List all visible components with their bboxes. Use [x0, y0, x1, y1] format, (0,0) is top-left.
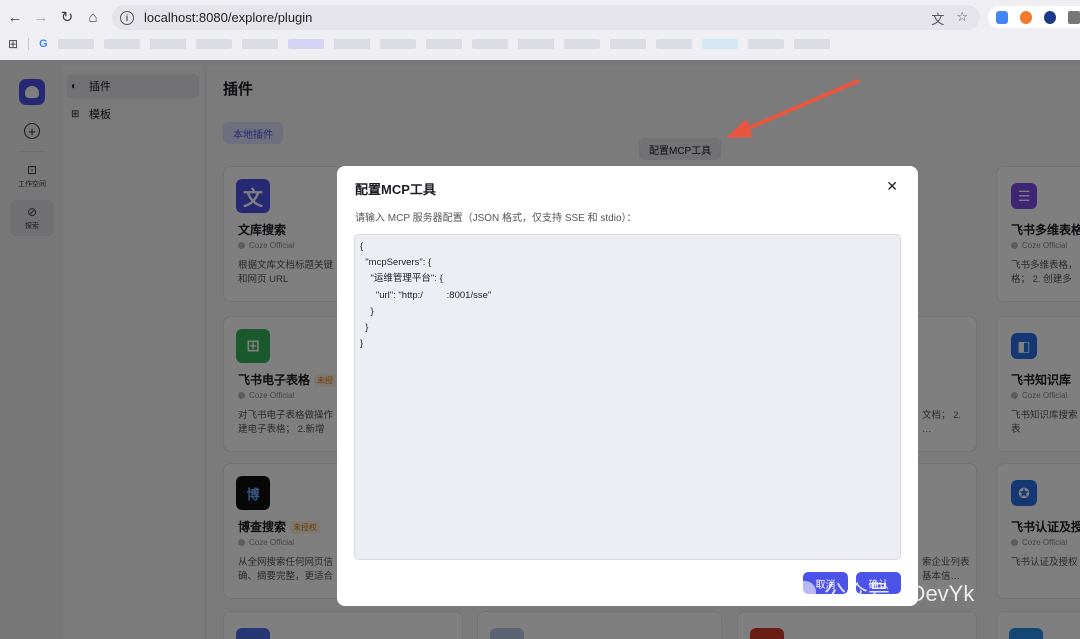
close-icon[interactable]: ✕: [886, 178, 898, 195]
bookmark-blurred[interactable]: [287, 39, 324, 49]
bookmark-blurred[interactable]: [379, 39, 416, 49]
mcp-config-dialog: 配置MCP工具 ✕ 请输入 MCP 服务器配置（JSON 格式，仅支持 SSE …: [337, 166, 918, 606]
bookmark-blurred[interactable]: [149, 39, 186, 49]
bookmark-blurred[interactable]: [793, 39, 830, 49]
address-bar[interactable]: i localhost:8080/explore/plugin 文 ☆: [112, 5, 980, 30]
mcp-config-textarea[interactable]: { "mcpServers": { "运维管理平台": { "url": "ht…: [354, 234, 901, 560]
watermark: 公众号 · DevYk: [786, 576, 974, 608]
extension-orange-icon[interactable]: [1020, 10, 1032, 24]
bookmark-blurred[interactable]: [103, 39, 140, 49]
bookmark-blurred[interactable]: [517, 39, 554, 49]
bookmark-blurred[interactable]: [747, 39, 784, 49]
bookmarks-bar: ⊞ G: [0, 34, 1080, 54]
bookmark-blurred[interactable]: [609, 39, 646, 49]
bookmarks-divider: [28, 38, 30, 50]
watermark-text: 公众号 · DevYk: [824, 581, 975, 606]
wechat-logo-icon: [786, 581, 816, 603]
extension-translate-icon[interactable]: [996, 10, 1008, 24]
dialog-title: 配置MCP工具: [355, 182, 436, 197]
bookmark-blurred[interactable]: [563, 39, 600, 49]
bookmark-blurred[interactable]: [195, 39, 232, 49]
apps-grid-icon[interactable]: ⊞: [8, 37, 18, 51]
browser-chrome: ← → ↻ ⌂ i localhost:8080/explore/plugin …: [0, 0, 1080, 60]
google-icon[interactable]: G: [39, 38, 48, 50]
translate-icon[interactable]: 文: [931, 9, 944, 28]
site-info-icon[interactable]: i: [120, 10, 134, 25]
bookmark-blurred[interactable]: [425, 39, 462, 49]
extension-check-icon[interactable]: [1044, 10, 1056, 24]
bookmark-star-icon[interactable]: ☆: [956, 9, 968, 28]
home-icon[interactable]: ⌂: [80, 4, 106, 30]
extension-puzzle-icon[interactable]: [1068, 10, 1080, 24]
back-icon[interactable]: ←: [2, 4, 28, 30]
bookmark-blurred[interactable]: [655, 39, 692, 49]
bookmark-blurred[interactable]: [471, 39, 508, 49]
annotation-arrow-icon: [726, 79, 860, 138]
bookmark-blurred[interactable]: [57, 39, 94, 49]
extensions-area: [988, 6, 1080, 28]
dialog-hint: 请输入 MCP 服务器配置（JSON 格式，仅支持 SSE 和 stdio）：: [355, 213, 637, 224]
bookmark-blurred[interactable]: [241, 39, 278, 49]
bookmark-blurred[interactable]: [333, 39, 370, 49]
forward-icon[interactable]: →: [28, 4, 54, 30]
reload-icon[interactable]: ↻: [54, 4, 80, 30]
address-url: localhost:8080/explore/plugin: [144, 10, 313, 25]
bookmark-blurred[interactable]: [701, 39, 738, 49]
